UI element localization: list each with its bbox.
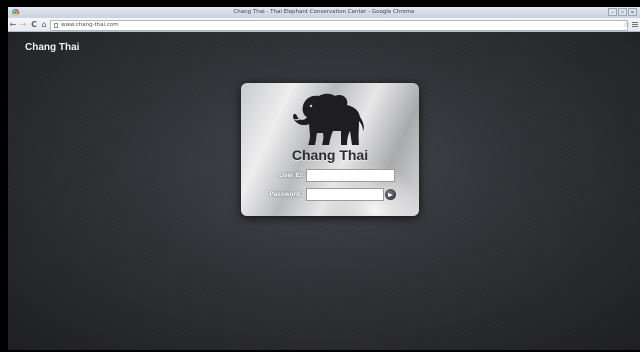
page-content: Chang Thai Chang Thai User ID: Password … (8, 32, 640, 350)
window-controls: – □ ✕ (608, 8, 637, 16)
screen: Chang Thai - Thai Elephant Conservation … (0, 0, 640, 352)
user-id-input[interactable] (306, 169, 395, 182)
minimize-button[interactable]: – (608, 8, 617, 16)
login-title: Chang Thai (291, 147, 369, 163)
forward-icon[interactable]: → (18, 19, 28, 30)
url-text[interactable]: www.chang-thai.com (61, 21, 119, 30)
login-card: Chang Thai User ID: Password : (241, 83, 419, 216)
back-icon[interactable]: ← (8, 19, 18, 30)
window-title: Chang Thai - Thai Elephant Conservation … (233, 9, 415, 15)
browser-toolbar: ← → C ⌂ www.chang-thai.com ☆ (8, 18, 640, 32)
browser-title-bar: Chang Thai - Thai Elephant Conservation … (8, 7, 640, 18)
elephant-logo (293, 93, 364, 145)
menu-icon[interactable] (632, 19, 638, 30)
submit-arrow-icon[interactable] (385, 189, 396, 200)
user-id-label: User ID: (279, 172, 304, 179)
address-bar[interactable]: www.chang-thai.com (50, 20, 628, 31)
maximize-button[interactable]: □ (618, 8, 627, 16)
star-icon[interactable]: ☆ (623, 19, 630, 30)
site-brand[interactable]: Chang Thai (25, 42, 79, 53)
password-label: Password : (269, 191, 304, 198)
home-icon[interactable]: ⌂ (39, 19, 49, 30)
page-icon (54, 22, 58, 28)
password-input[interactable] (306, 188, 384, 201)
reload-icon[interactable]: C (29, 19, 39, 30)
close-button[interactable]: ✕ (628, 8, 637, 16)
